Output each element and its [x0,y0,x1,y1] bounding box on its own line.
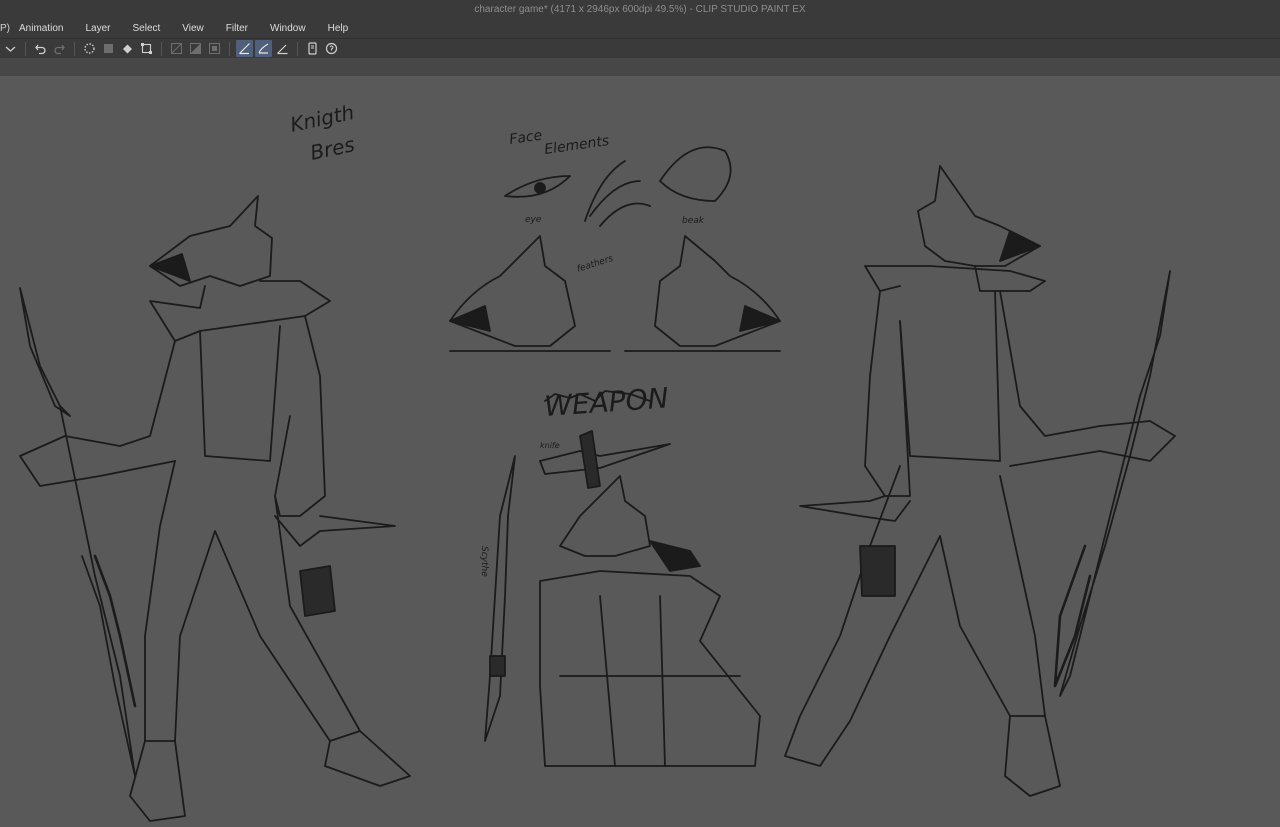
face-note-line2: Elements [543,133,610,158]
pen-stroke-icon[interactable] [236,40,253,57]
face-elements-sketch [449,146,781,352]
help-icon[interactable] [323,40,340,57]
drawing-canvas[interactable]: Knigth Bres Face Elements eye beak feath… [0,76,1280,827]
feathers-note: feathers [576,254,615,275]
menu-view[interactable]: View [171,23,215,34]
undo-icon[interactable] [32,40,49,57]
menu-select[interactable]: Select [121,23,171,34]
transform-icon[interactable] [138,40,155,57]
angle-icon[interactable] [274,40,291,57]
scythe-note: Scythe [479,546,489,577]
menu-animation[interactable]: Animation [8,23,74,34]
toolbar-separator [229,41,230,56]
eye-note: eye [525,215,542,225]
weapon-sketch [484,390,761,767]
command-bar [0,38,1280,58]
title-note-line2: Bres [308,132,357,165]
toolbar-separator [297,41,298,56]
loading-icon[interactable] [81,40,98,57]
left-character-sketch [19,195,411,822]
window-title-bar: character game* (4171 x 2946px 600dpi 49… [0,0,1280,19]
brush-stroke-icon[interactable] [255,40,272,57]
right-character-sketch [784,165,1176,797]
rule-icon[interactable] [168,40,185,57]
redo-icon[interactable] [51,40,68,57]
window-title: character game* (4171 x 2946px 600dpi 49… [474,4,806,15]
menu-bar: P) Animation Layer Select View Filter Wi… [0,19,1280,38]
toolbar-separator [161,41,162,56]
toolbar-separator [74,41,75,56]
snap-ruler-icon[interactable] [187,40,204,57]
beak-note: beak [682,216,705,226]
menu-window[interactable]: Window [259,23,317,34]
clear-icon[interactable] [100,40,117,57]
face-note-line1: Face [508,128,543,148]
fill-icon[interactable] [119,40,136,57]
weapon-heading: WEAPON [543,381,669,423]
knife-note: knife [540,441,560,450]
menu-help[interactable]: Help [317,23,360,34]
canvas-artwork: Knigth Bres Face Elements eye beak feath… [19,100,1176,822]
toolbar-separator [25,41,26,56]
brush-dropdown-icon[interactable] [2,40,19,57]
menu-item-cut[interactable]: P) [0,23,10,34]
menu-filter[interactable]: Filter [215,23,259,34]
device-icon[interactable] [304,40,321,57]
title-note-line1: Knigth [288,100,356,137]
tool-property-strip [0,58,1280,76]
menu-layer[interactable]: Layer [74,23,121,34]
snap-special-icon[interactable] [206,40,223,57]
